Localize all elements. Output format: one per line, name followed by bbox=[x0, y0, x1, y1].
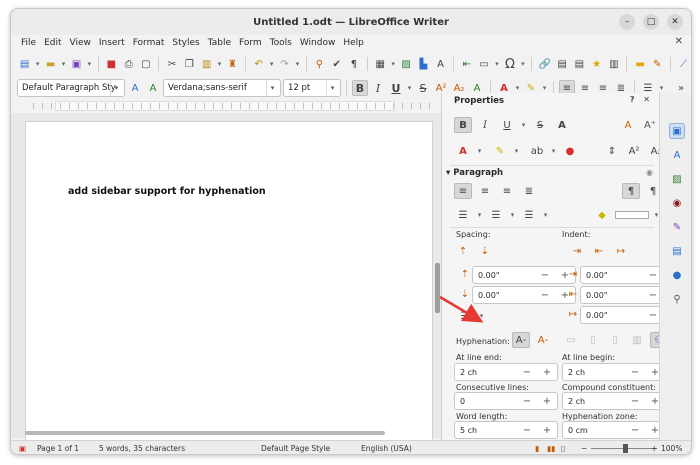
annotation-arrow bbox=[439, 295, 484, 323]
